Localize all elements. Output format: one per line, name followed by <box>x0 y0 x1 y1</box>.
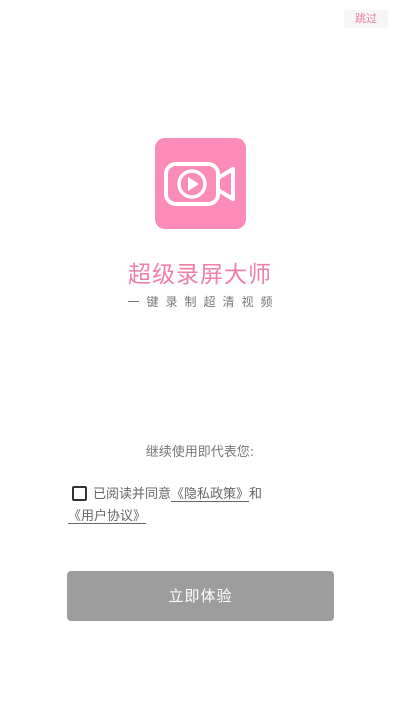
start-experience-button[interactable]: 立即体验 <box>67 571 334 621</box>
agreement-row: 已阅读并同意《隐私政策》和《用户协议》 <box>68 484 338 528</box>
agreement-prefix: 已阅读并同意 <box>93 487 172 502</box>
skip-button[interactable]: 跳过 <box>344 10 388 28</box>
agreement-and: 和 <box>249 487 263 502</box>
splash-screen: 跳过 超级录屏大师 一键录制超清视频 继续使用即代表您: 已阅读并同意《隐私政策… <box>0 0 400 710</box>
app-logo <box>155 138 246 229</box>
user-agreement-link[interactable]: 《用户协议》 <box>68 509 146 524</box>
consent-lead-text: 继续使用即代表您: <box>145 445 255 460</box>
video-camera-play-icon <box>164 162 235 206</box>
app-name: 超级录屏大师 <box>128 262 272 288</box>
app-slogan: 一键录制超清视频 <box>127 295 280 309</box>
agree-checkbox[interactable] <box>72 486 87 501</box>
privacy-policy-link[interactable]: 《隐私政策》 <box>171 487 249 502</box>
